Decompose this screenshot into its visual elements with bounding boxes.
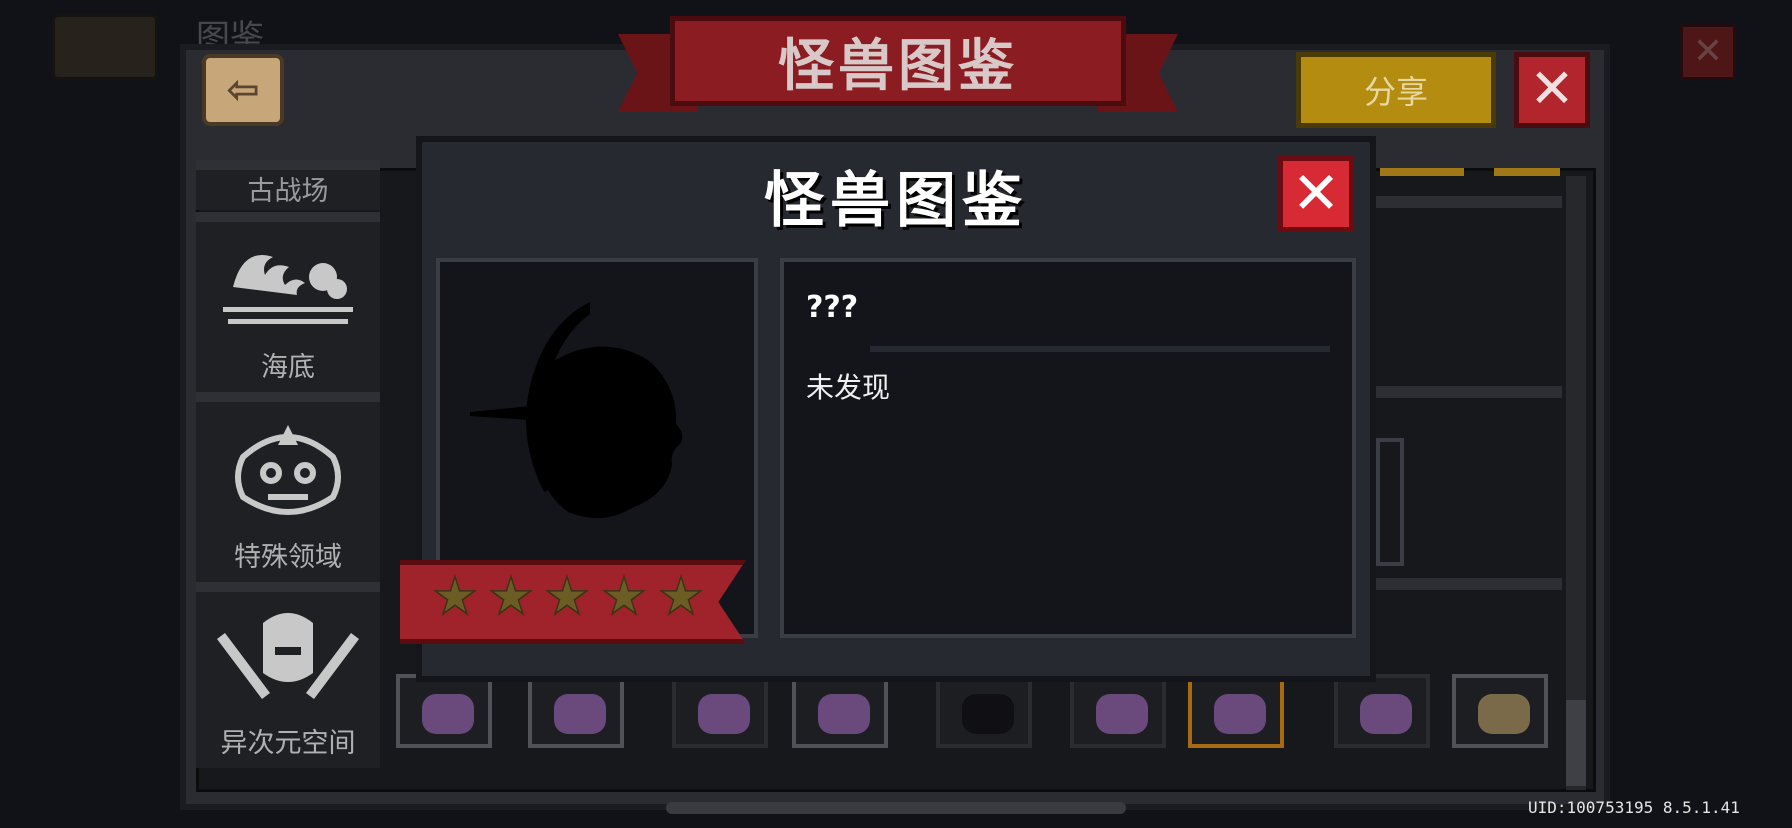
monster-card[interactable] — [528, 674, 624, 748]
row-divider — [1376, 196, 1562, 208]
back-button[interactable]: ⇦ — [202, 54, 284, 126]
monster-card[interactable] — [672, 674, 768, 748]
dialog-title: 怪兽图鉴 — [764, 166, 1028, 236]
dialog-close-button[interactable]: ✕ — [1278, 156, 1354, 232]
sidebar-item-other-dimension[interactable]: 异次元空间 — [196, 582, 380, 768]
horizontal-scrollbar[interactable] — [666, 802, 1126, 814]
sidebar-item-ancient-battlefield[interactable]: 古战场 — [196, 160, 380, 210]
sidebar-item-special-realm[interactable]: 特殊领域 — [196, 392, 380, 582]
background-close-icon: ✕ — [1680, 24, 1736, 80]
sidebar-item-label: 海底 — [261, 352, 315, 383]
exit-arrow-icon: ⇦ — [226, 67, 260, 113]
close-button[interactable]: ✕ — [1514, 52, 1590, 128]
knight-helmet-swords-icon — [217, 613, 359, 699]
lion-mask-icon — [235, 425, 341, 515]
sidebar-item-label: 古战场 — [247, 176, 329, 207]
monster-card[interactable] — [396, 674, 492, 748]
card-edge — [1380, 168, 1464, 176]
info-divider — [870, 346, 1330, 352]
monster-card[interactable] — [1334, 674, 1430, 748]
scrollbar-thumb[interactable] — [1566, 700, 1586, 786]
sidebar-item-seabed[interactable]: 海底 — [196, 212, 380, 392]
category-sidebar: 古战场 海底 特殊领域 异次元空间 — [196, 160, 380, 768]
sidebar-item-label: 特殊领域 — [234, 542, 342, 573]
close-icon: ✕ — [1529, 57, 1575, 120]
share-button[interactable]: 分享 — [1296, 52, 1496, 128]
discovery-status: 未发现 — [806, 371, 891, 404]
sidebar-item-label: 异次元空间 — [220, 728, 356, 759]
card-edge — [1494, 168, 1560, 176]
monster-name: ??? — [806, 290, 859, 325]
close-icon: ✕ — [1291, 159, 1341, 227]
banner-title: 怪兽图鉴 — [778, 33, 1018, 99]
title-banner: 怪兽图鉴 — [618, 12, 1178, 120]
monster-card[interactable] — [1070, 674, 1166, 748]
row-divider — [1376, 386, 1562, 398]
background-back-button — [52, 14, 158, 80]
monster-card[interactable] — [1452, 674, 1548, 748]
monster-card-selected[interactable] — [1188, 674, 1284, 748]
waves-icon — [223, 255, 353, 324]
vertical-scrollbar[interactable] — [1566, 176, 1586, 790]
monster-info-panel — [780, 258, 1356, 638]
row-divider — [1376, 578, 1562, 590]
scroll-track — [1376, 438, 1404, 566]
monster-card[interactable] — [936, 674, 1032, 748]
monster-card[interactable] — [792, 674, 888, 748]
uid-version-label: UID:100753195 8.5.1.41 — [1528, 798, 1740, 817]
